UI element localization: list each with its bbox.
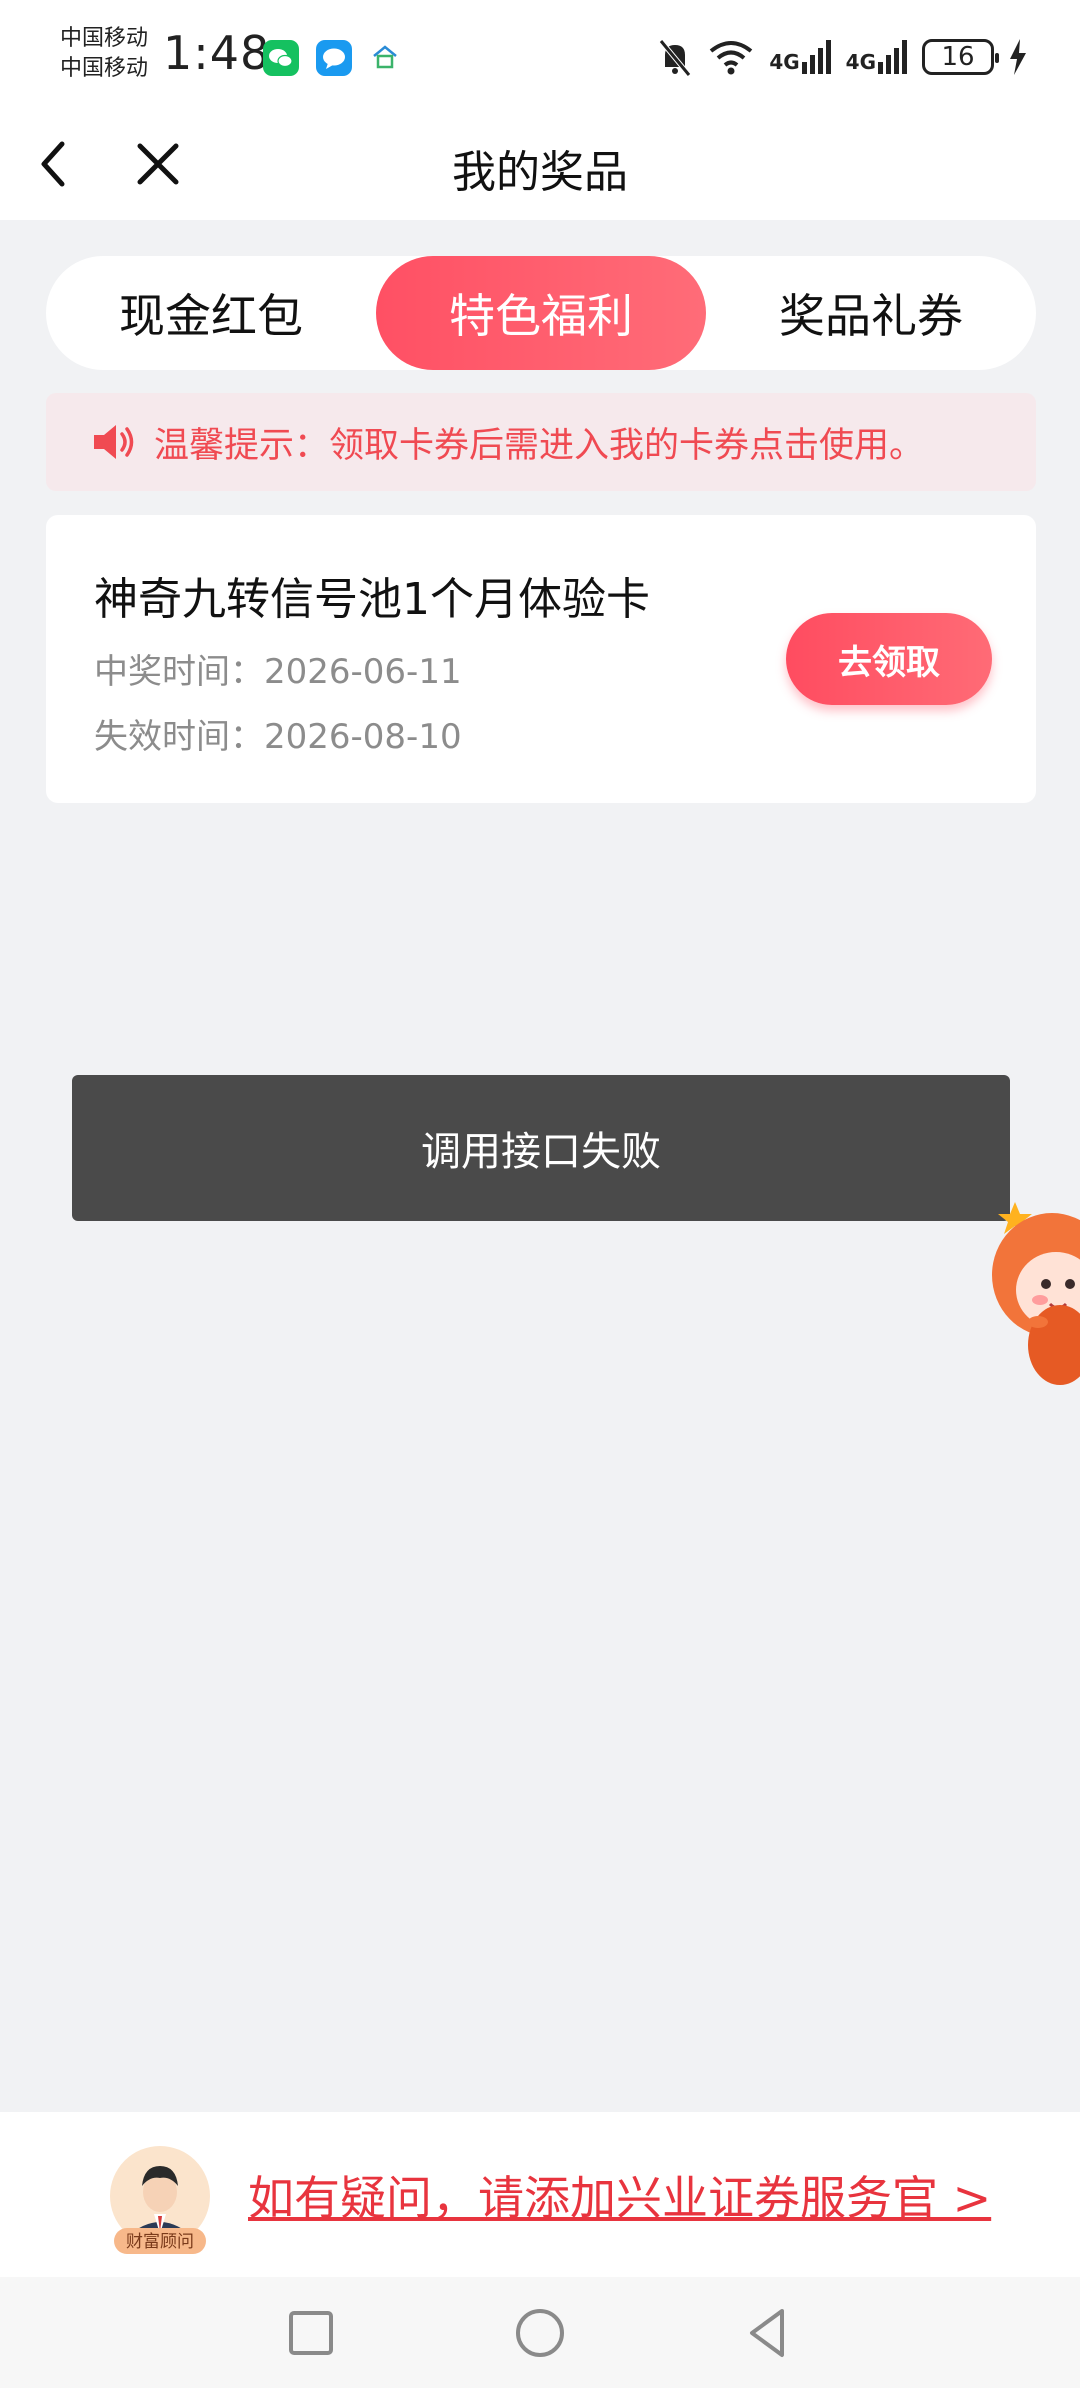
wechat-icon	[263, 40, 299, 76]
message-icon	[316, 40, 352, 76]
mute-bell-icon	[659, 39, 692, 77]
home-button[interactable]	[510, 2303, 570, 2363]
status-indicators: 4G 4G 16	[657, 32, 1028, 82]
notice-text: 温馨提示：领取卡券后需进入我的卡券点击使用。	[154, 425, 925, 466]
signal-bars-icon	[801, 40, 831, 74]
system-back-button[interactable]	[738, 2303, 798, 2363]
battery-indicator: 16	[922, 39, 999, 75]
error-toast: 调用接口失败	[72, 1075, 1010, 1221]
carrier-labels: 中国移动 中国移动	[60, 24, 148, 84]
wifi-icon	[710, 41, 753, 75]
notice-banner: 温馨提示：领取卡券后需进入我的卡券点击使用。	[46, 393, 1036, 491]
speaker-icon	[94, 425, 134, 459]
recent-apps-button[interactable]	[281, 2303, 341, 2363]
prize-card: 神奇九转信号池1个月体验卡 中奖时间：2026-06-11 失效时间：2026-…	[46, 515, 1036, 803]
status-bar: 中国移动 中国移动 1:48 4G 4G 16	[0, 0, 1080, 110]
prize-tabs: 现金红包 特色福利 奖品礼券	[46, 256, 1036, 370]
tab-prize-coupons[interactable]: 奖品礼券	[706, 256, 1036, 370]
carrier-2: 中国移动	[60, 56, 149, 81]
advisor-avatar-label: 财富顾问	[126, 2232, 194, 2252]
service-bar: 财富顾问 如有疑问，请添加兴业证券服务官 >	[0, 2112, 1080, 2277]
tab-special-benefits[interactable]: 特色福利	[376, 256, 706, 370]
claim-button[interactable]: 去领取	[786, 613, 992, 705]
mascot-floating-icon[interactable]	[990, 1200, 1080, 1390]
status-time: 1:48	[163, 26, 271, 80]
prize-expire-time: 失效时间：2026-08-10	[94, 717, 462, 757]
prize-name: 神奇九转信号池1个月体验卡	[94, 574, 650, 625]
signal-bars-icon	[878, 40, 907, 74]
advisor-avatar[interactable]: 财富顾问	[104, 2144, 216, 2256]
add-service-officer-link[interactable]: 如有疑问，请添加兴业证券服务官 >	[248, 2162, 991, 2228]
signal-2: 4G	[846, 40, 908, 74]
page-title: 我的奖品	[452, 147, 628, 198]
tab-cash-red-packet[interactable]: 现金红包	[46, 256, 376, 370]
page-header: 我的奖品	[0, 110, 1080, 220]
prize-win-time: 中奖时间：2026-06-11	[94, 652, 462, 692]
system-nav-bar	[0, 2277, 1080, 2388]
home-app-icon	[370, 42, 400, 72]
charging-bolt-icon	[1010, 39, 1026, 75]
signal-1: 4G	[769, 40, 831, 74]
carrier-1: 中国移动	[60, 26, 149, 51]
